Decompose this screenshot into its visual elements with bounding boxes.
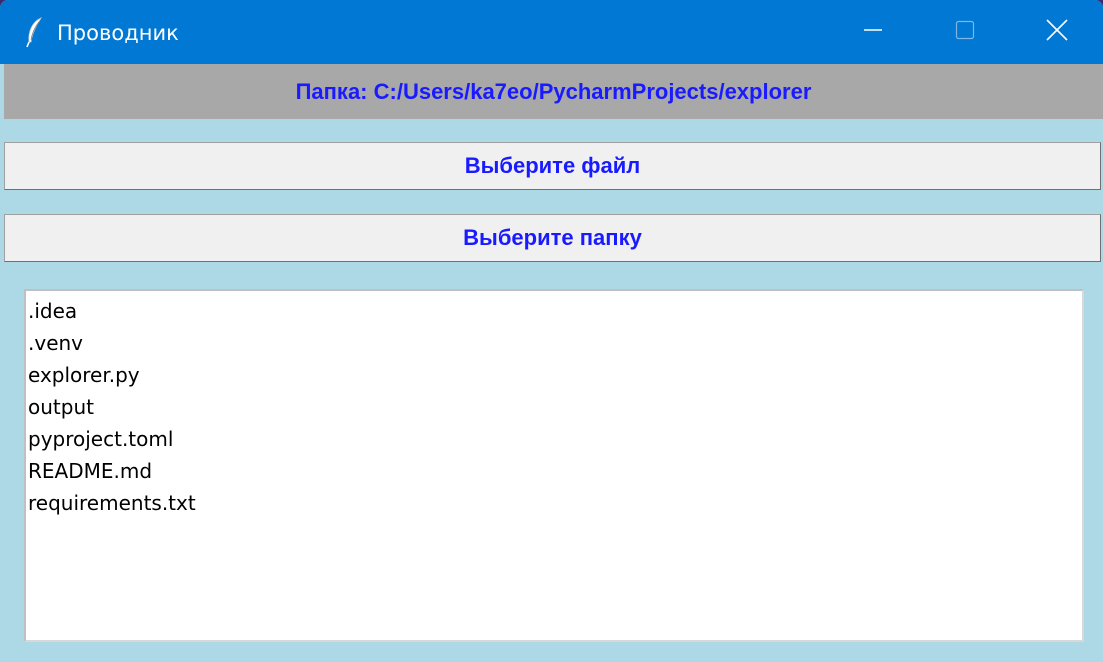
window-title: Проводник [57,21,179,45]
maximize-button[interactable] [919,0,1011,64]
app-window: Проводник Папка: C:/Users/ka7eo/PycharmP… [0,0,1103,662]
list-item[interactable]: output [28,391,1082,423]
close-button[interactable] [1011,0,1103,64]
select-file-button[interactable]: Выберите файл [4,142,1101,190]
feather-icon [24,16,46,48]
list-item[interactable]: requirements.txt [28,487,1082,519]
file-listbox[interactable]: .idea .venv explorer.py output pyproject… [24,289,1084,642]
list-item[interactable]: explorer.py [28,359,1082,391]
maximize-icon [955,20,975,44]
minimize-button[interactable] [827,0,919,64]
list-item[interactable]: README.md [28,455,1082,487]
list-item[interactable]: .idea [28,295,1082,327]
select-folder-button[interactable]: Выберите папку [4,214,1101,262]
title-bar[interactable]: Проводник [0,0,1103,64]
folder-path-label: Папка: C:/Users/ka7eo/PycharmProjects/ex… [4,64,1103,119]
list-item[interactable]: pyproject.toml [28,423,1082,455]
close-icon [1046,19,1068,45]
minimize-icon [863,20,883,44]
list-item[interactable]: .venv [28,327,1082,359]
